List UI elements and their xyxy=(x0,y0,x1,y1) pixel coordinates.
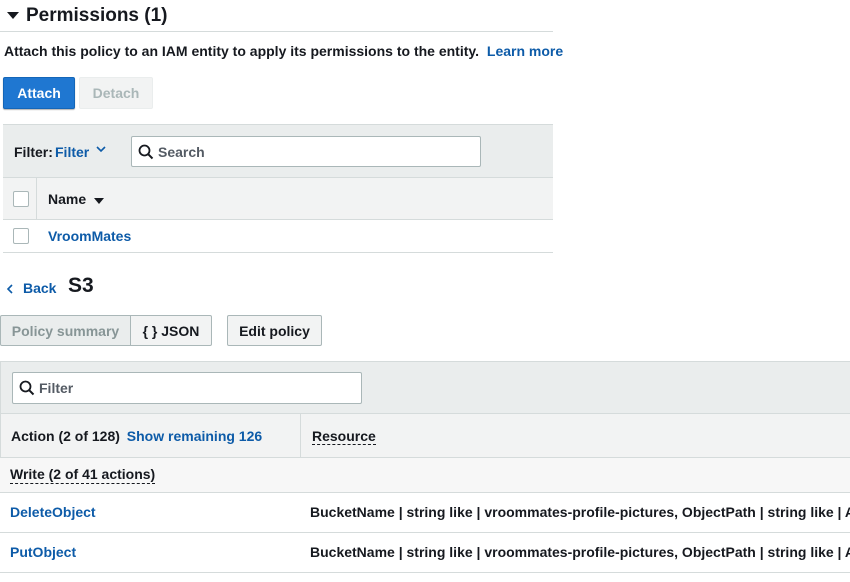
chevron-left-icon[interactable] xyxy=(6,284,14,294)
detach-button: Detach xyxy=(79,77,153,109)
sort-down-icon[interactable] xyxy=(94,198,104,204)
action-link[interactable]: PutObject xyxy=(10,544,76,560)
action-group-label[interactable]: Write (2 of 41 actions) xyxy=(10,466,156,484)
permissions-title: Permissions (1) xyxy=(26,4,168,26)
view-toggle: Policy summary { } JSON xyxy=(0,315,212,346)
entities-table-header: Name xyxy=(3,178,553,220)
select-all-checkbox[interactable] xyxy=(13,191,29,207)
filter-label: Filter: xyxy=(14,144,53,160)
entities-filter-bar: Filter: Filter Search xyxy=(3,125,553,178)
policy-filter-input[interactable]: Filter xyxy=(12,372,362,404)
search-placeholder: Search xyxy=(158,144,205,160)
action-column-header: Action (2 of 128) Show remaining 126 xyxy=(11,428,262,444)
search-input[interactable]: Search xyxy=(131,136,481,167)
policy-filter-bar: Filter xyxy=(0,362,850,414)
permissions-description-text: Attach this policy to an IAM entity to a… xyxy=(4,43,480,59)
column-divider xyxy=(36,178,37,220)
action-link[interactable]: DeleteObject xyxy=(10,504,96,520)
action-count: Action (2 of 128) xyxy=(11,428,120,444)
edit-policy-button[interactable]: Edit policy xyxy=(227,315,322,346)
json-tab[interactable]: { } JSON xyxy=(131,315,212,346)
learn-more-link[interactable]: Learn more xyxy=(487,43,563,59)
entity-name-link[interactable]: VroomMates xyxy=(48,228,131,244)
caret-down-icon[interactable] xyxy=(7,12,19,19)
attach-button[interactable]: Attach xyxy=(3,77,75,109)
column-divider xyxy=(300,414,301,458)
resource-value: BucketName | string like | vroommates-pr… xyxy=(310,544,850,560)
resource-column-header[interactable]: Resource xyxy=(312,428,376,445)
policy-table-header: Action (2 of 128) Show remaining 126 Res… xyxy=(0,414,850,458)
search-icon xyxy=(19,380,35,396)
search-icon xyxy=(138,144,154,160)
service-title: S3 xyxy=(68,274,94,297)
permissions-section-header[interactable]: Permissions (1) xyxy=(0,0,553,32)
show-remaining-link[interactable]: Show remaining 126 xyxy=(127,428,262,444)
chevron-down-icon[interactable] xyxy=(96,144,106,154)
back-link[interactable]: Back xyxy=(23,280,56,296)
entities-table: Filter: Filter Search Name VroomMates xyxy=(3,124,553,253)
filter-placeholder: Filter xyxy=(39,380,74,396)
row-checkbox[interactable] xyxy=(13,228,29,244)
table-row: DeleteObject BucketName | string like | … xyxy=(0,493,850,533)
policy-summary-tab[interactable]: Policy summary xyxy=(0,315,131,346)
permissions-description: Attach this policy to an IAM entity to a… xyxy=(4,43,563,59)
filter-dropdown[interactable]: Filter xyxy=(55,144,89,160)
policy-summary-table: Filter Action (2 of 128) Show remaining … xyxy=(0,361,850,573)
name-column-header[interactable]: Name xyxy=(48,191,86,207)
resource-value: BucketName | string like | vroommates-pr… xyxy=(310,504,850,520)
table-row: PutObject BucketName | string like | vro… xyxy=(0,533,850,573)
action-group-row: Write (2 of 41 actions) xyxy=(0,458,850,493)
